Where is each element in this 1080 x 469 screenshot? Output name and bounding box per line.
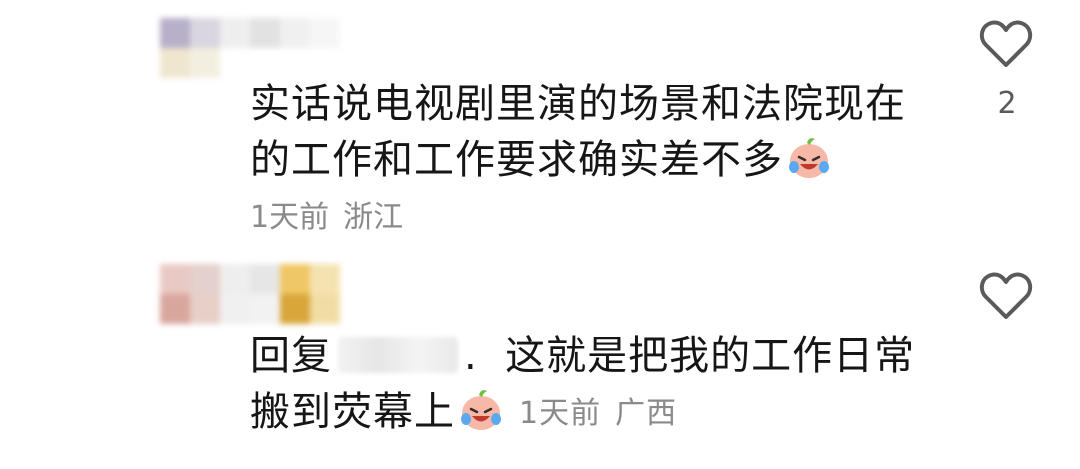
blurred-username <box>160 264 340 324</box>
comment-meta: 1天前 广西 <box>519 396 677 431</box>
blurred-username <box>160 18 340 78</box>
crying-laughing-emoji <box>461 390 501 430</box>
comment-time: 1天前 <box>250 200 330 235</box>
comment-time: 1天前 <box>519 396 602 431</box>
comment-meta: 1天前 浙江 <box>250 192 403 236</box>
blurred-reply-username <box>338 337 458 373</box>
comment-item[interactable]: 回复. 这就是把我的工作日常搬到荧幕上 1天前 广西 <box>0 252 1080 469</box>
reply-separator: . <box>464 333 478 379</box>
heart-outline-icon[interactable] <box>978 18 1034 70</box>
crying-laughing-emoji <box>789 138 829 178</box>
comment-location: 广西 <box>615 396 678 431</box>
comment-text: 回复. 这就是把我的工作日常搬到荧幕上 1天前 广西 <box>250 333 916 435</box>
comment-location: 浙江 <box>343 200 404 235</box>
comment-text: 实话说电视剧里演的场景和法院现在的工作和工作要求确实差不多 <box>250 81 906 183</box>
reply-prefix: 回复 <box>250 333 332 379</box>
like-count: 2 <box>997 86 1017 121</box>
comment-item[interactable]: 实话说电视剧里演的场景和法院现在的工作和工作要求确实差不多 1天前 浙江 2 <box>0 0 1080 240</box>
heart-outline-icon[interactable] <box>978 270 1034 322</box>
